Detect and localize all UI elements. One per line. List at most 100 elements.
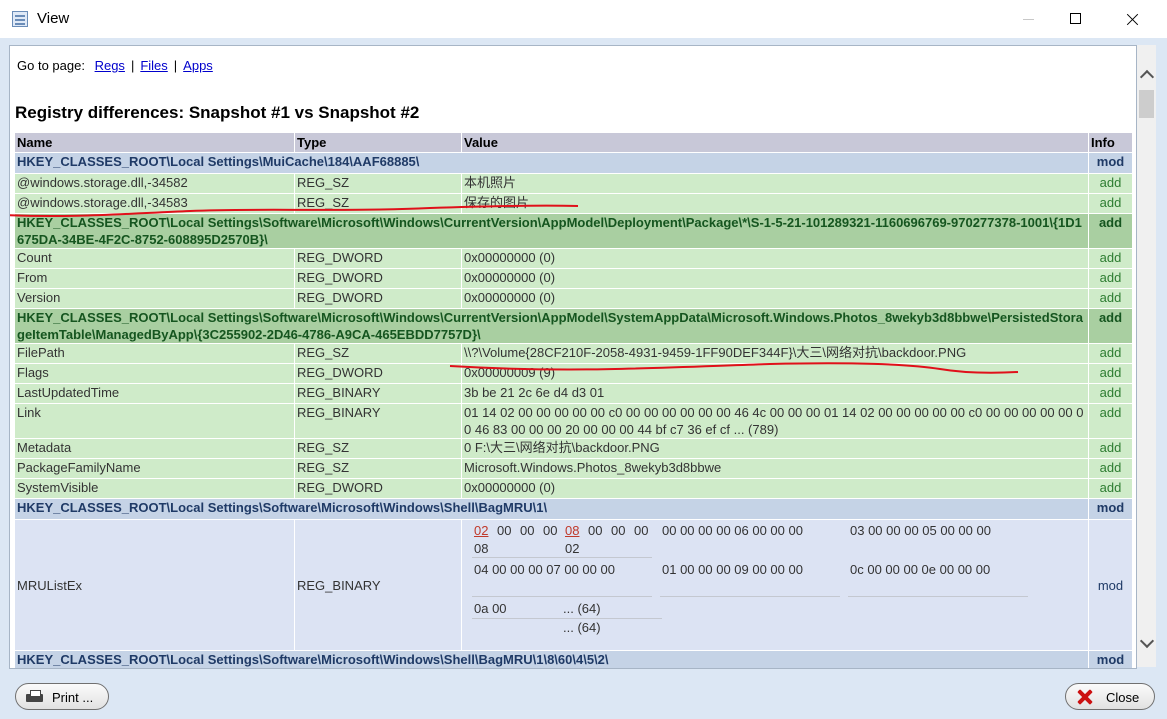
scroll-up-icon[interactable] <box>1139 67 1154 82</box>
value-data: Microsoft.Windows.Photos_8wekyb3d8bbwe <box>461 458 1089 479</box>
value-type: REG_SZ <box>294 173 462 194</box>
hex-group-divider <box>660 596 840 597</box>
row-info: add <box>1088 268 1133 289</box>
row-info: add <box>1088 363 1133 384</box>
minimize-button[interactable] <box>1006 0 1052 38</box>
close-button[interactable]: Close <box>1065 683 1155 710</box>
nav-link-files[interactable]: Files <box>140 58 167 73</box>
row-info: add <box>1088 288 1133 309</box>
table-header-row: Name Type Value Info <box>14 132 1133 153</box>
registry-value-row: FilePath REG_SZ \\?\Volume{28CF210F-2058… <box>14 343 1133 364</box>
value-data: 本机照片 <box>461 173 1089 194</box>
registry-value-row: LastUpdatedTime REG_BINARY 3b be 21 2c 6… <box>14 383 1133 404</box>
value-data: 0 F:\大三\网络对抗\backdoor.PNG <box>461 438 1089 459</box>
registry-key-row-added: HKEY_CLASSES_ROOT\Local Settings\Softwar… <box>14 308 1133 344</box>
row-info: add <box>1088 458 1133 479</box>
value-type: REG_DWORD <box>294 248 462 269</box>
hex-group-divider <box>472 596 652 597</box>
registry-value-row: Version REG_DWORD 0x00000000 (0) add <box>14 288 1133 309</box>
value-name: MRUListEx <box>14 519 295 651</box>
hex-byte: 00 <box>543 523 558 538</box>
registry-key-row: HKEY_CLASSES_ROOT\Local Settings\Softwar… <box>14 498 1133 520</box>
hex-byte: 00 <box>611 523 626 538</box>
nav-label: Go to page: <box>17 58 85 73</box>
row-info: mod <box>1088 152 1133 174</box>
scroll-down-icon[interactable] <box>1139 636 1154 651</box>
nav-link-apps[interactable]: Apps <box>183 58 213 73</box>
window-close-button[interactable] <box>1110 0 1156 38</box>
row-info: add <box>1088 438 1133 459</box>
value-data: 0x00000000 (0) <box>461 268 1089 289</box>
registry-value-row: Link REG_BINARY 01 14 02 00 00 00 00 00 … <box>14 403 1133 439</box>
registry-key-row-added: HKEY_CLASSES_ROOT\Local Settings\Softwar… <box>14 213 1133 249</box>
row-info: add <box>1088 383 1133 404</box>
value-data: 0x00000009 (9) <box>461 363 1089 384</box>
value-name: @windows.storage.dll,-34583 <box>14 193 295 214</box>
close-button-label: Close <box>1106 690 1140 705</box>
hex-group: 0c 00 00 00 0e 00 00 00 <box>850 562 991 577</box>
byte-count: ... (64) <box>563 601 601 616</box>
value-type: REG_DWORD <box>294 478 462 499</box>
app-icon <box>12 11 28 27</box>
hex-byte: 00 <box>497 523 512 538</box>
value-name: @windows.storage.dll,-34582 <box>14 173 295 194</box>
registry-value-row: Flags REG_DWORD 0x00000009 (9) add <box>14 363 1133 384</box>
value-type: REG_DWORD <box>294 268 462 289</box>
value-data: 0x00000000 (0) <box>461 288 1089 309</box>
value-data: 3b be 21 2c 6e d4 d3 01 <box>461 383 1089 404</box>
go-to-page-nav: Go to page: Regs | Files | Apps <box>17 58 213 73</box>
value-type: REG_SZ <box>294 193 462 214</box>
key-path: HKEY_CLASSES_ROOT\Local Settings\MuiCach… <box>14 152 1089 174</box>
value-name: SystemVisible <box>14 478 295 499</box>
scrollbar-thumb[interactable] <box>1139 90 1154 118</box>
row-info: add <box>1088 213 1133 249</box>
value-type: REG_DWORD <box>294 363 462 384</box>
window-body: Go to page: Regs | Files | Apps Registry dif… <box>0 38 1167 719</box>
value-data: 01 14 02 00 00 00 00 00 c0 00 00 00 00 0… <box>461 403 1089 439</box>
nav-separator: | <box>130 58 135 73</box>
key-path: HKEY_CLASSES_ROOT\Local Settings\Softwar… <box>14 650 1089 668</box>
value-type: REG_BINARY <box>294 403 462 439</box>
key-path: HKEY_CLASSES_ROOT\Local Settings\Softwar… <box>14 308 1089 344</box>
row-info: add <box>1088 308 1133 344</box>
hex-group: 04 00 00 00 07 00 00 00 <box>474 562 615 577</box>
hex-byte: 00 <box>520 523 535 538</box>
row-info: mod <box>1088 650 1133 668</box>
column-header-name: Name <box>14 132 295 153</box>
value-type: REG_BINARY <box>294 519 462 651</box>
registry-key-row: HKEY_CLASSES_ROOT\Local Settings\Softwar… <box>14 650 1133 668</box>
binary-diff: 02 00 00 00 08 00 00 00 00 00 00 00 06 0… <box>464 520 1086 650</box>
column-header-info: Info <box>1088 132 1133 153</box>
registry-value-row: @windows.storage.dll,-34583 REG_SZ 保存的图片… <box>14 193 1133 214</box>
print-button[interactable]: Print ... <box>15 683 109 710</box>
registry-value-row: Metadata REG_SZ 0 F:\大三\网络对抗\backdoor.PN… <box>14 438 1133 459</box>
print-button-label: Print ... <box>52 690 94 705</box>
hex-byte: 08 <box>474 541 489 556</box>
row-info: add <box>1088 173 1133 194</box>
hex-group: 00 00 00 00 06 00 00 00 <box>662 523 803 538</box>
nav-separator: | <box>173 58 178 73</box>
nav-link-regs[interactable]: Regs <box>95 58 125 73</box>
registry-value-row-modified: MRUListEx REG_BINARY 02 00 00 00 08 00 0… <box>14 519 1133 651</box>
hex-byte: 02 <box>565 541 580 556</box>
value-type: REG_SZ <box>294 458 462 479</box>
registry-value-row: PackageFamilyName REG_SZ Microsoft.Windo… <box>14 458 1133 479</box>
value-data: 0x00000000 (0) <box>461 248 1089 269</box>
value-type: REG_SZ <box>294 438 462 459</box>
value-name: From <box>14 268 295 289</box>
maximize-button[interactable] <box>1053 0 1099 38</box>
value-name: Link <box>14 403 295 439</box>
printer-icon <box>26 690 44 704</box>
byte-count: ... (64) <box>563 620 601 635</box>
value-name: Version <box>14 288 295 309</box>
vertical-scrollbar[interactable] <box>1137 45 1156 667</box>
row-info: add <box>1088 403 1133 439</box>
registry-value-row: Count REG_DWORD 0x00000000 (0) add <box>14 248 1133 269</box>
registry-value-row: SystemVisible REG_DWORD 0x00000000 (0) a… <box>14 478 1133 499</box>
hex-group-divider <box>848 596 1028 597</box>
value-data: 保存的图片 <box>461 193 1089 214</box>
value-name: FilePath <box>14 343 295 364</box>
value-data: \\?\Volume{28CF210F-2058-4931-9459-1FF90… <box>461 343 1089 364</box>
registry-table: Name Type Value Info HKEY_CLASSES_ROOT\L… <box>14 132 1133 668</box>
hex-group: 0a 00 <box>474 601 507 616</box>
